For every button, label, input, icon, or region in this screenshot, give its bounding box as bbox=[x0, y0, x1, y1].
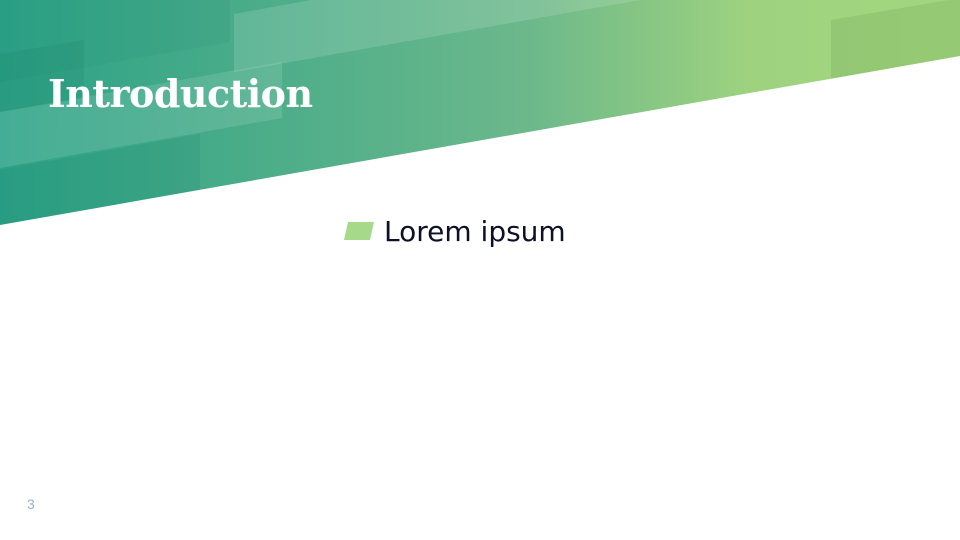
bullet-item: Lorem ipsum bbox=[344, 210, 566, 252]
bullet-text: Lorem ipsum bbox=[384, 214, 566, 248]
page-number: 3 bbox=[27, 496, 35, 512]
slide-title: Introduction bbox=[48, 71, 313, 116]
slide: Introduction Lorem ipsum 3 bbox=[0, 0, 960, 540]
bullet-marker-icon bbox=[344, 222, 374, 240]
